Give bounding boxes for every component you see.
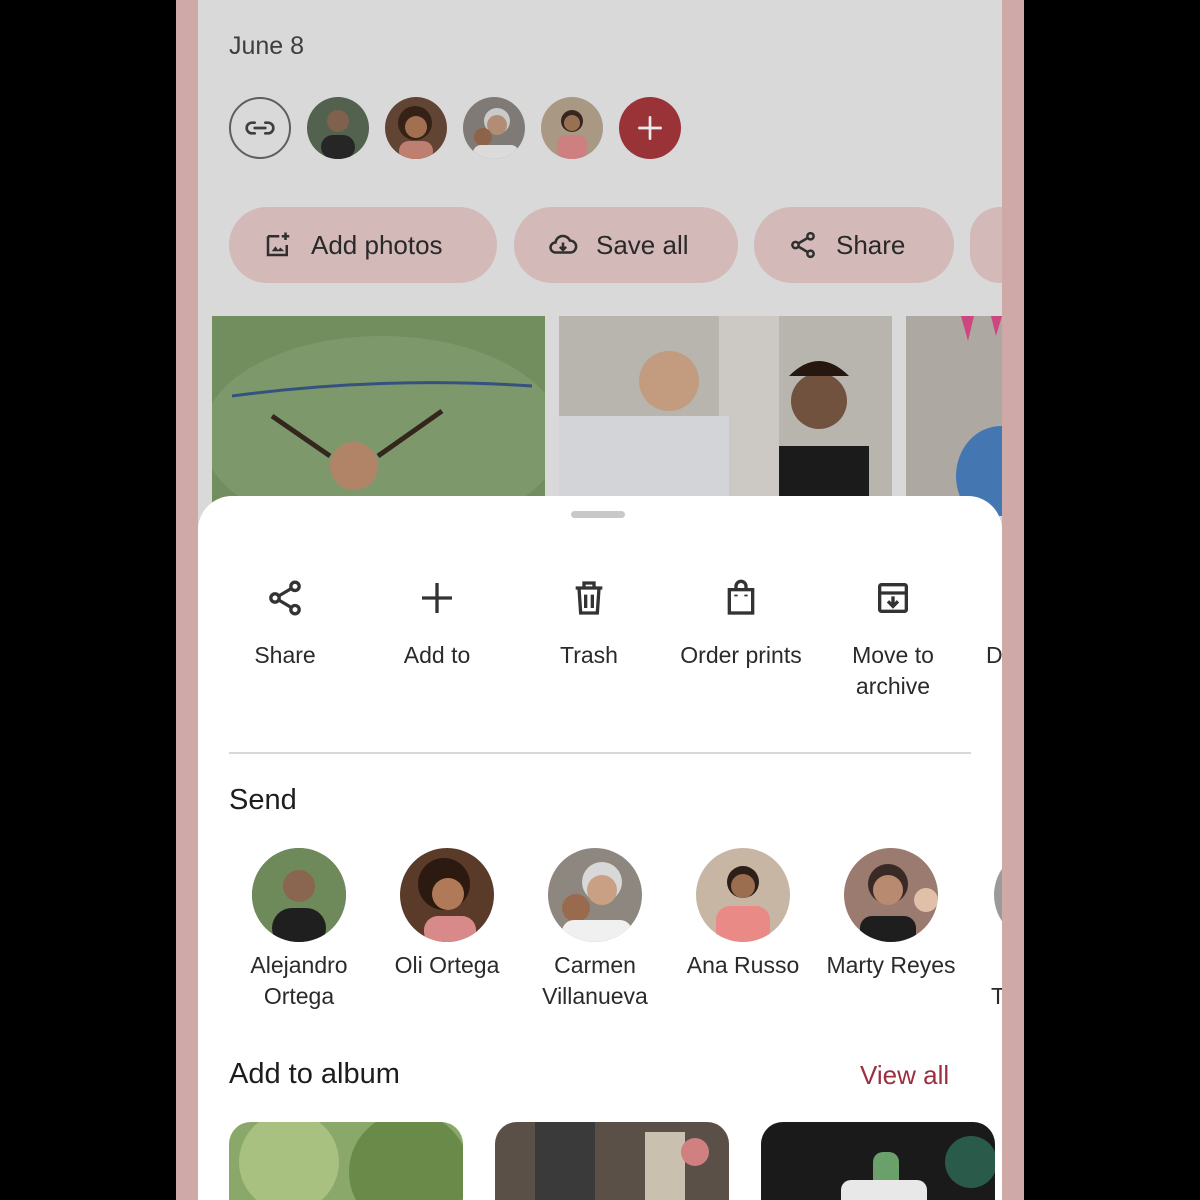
trash-icon: [575, 581, 603, 615]
action-order-prints[interactable]: Order prints: [666, 576, 816, 671]
action-cut-off-label: De: [986, 642, 1002, 668]
send-title: Send: [229, 784, 297, 816]
contact-marty-reyes[interactable]: Marty Reyes: [816, 848, 966, 981]
contact-name: T: [991, 983, 1002, 1009]
view-all-link[interactable]: View all: [860, 1060, 949, 1091]
action-cut-off[interactable]: De: [970, 576, 1002, 671]
share-icon: [269, 580, 301, 616]
action-add-to-label: Add to: [403, 642, 471, 668]
action-order-prints-label: Order prints: [680, 642, 802, 668]
avatar: [252, 848, 346, 942]
album-thumb-2[interactable]: [495, 1122, 729, 1200]
contact-name: Oli Ortega: [394, 952, 500, 978]
contact-ana-russo[interactable]: Ana Russo: [668, 848, 818, 981]
album-party-icon: [495, 1122, 729, 1200]
avatar: [548, 848, 642, 942]
avatar: [844, 848, 938, 942]
action-share[interactable]: Share: [210, 576, 360, 671]
plus-icon: [422, 583, 452, 613]
contact-name: Ana Russo: [686, 952, 800, 978]
avatar-bald-man-icon: [252, 848, 346, 942]
action-add-to[interactable]: Add to: [362, 576, 512, 671]
action-share-label: Share: [254, 642, 316, 668]
contact-name: Carmen Villanueva: [542, 952, 648, 1009]
album-cactus-icon: [761, 1122, 995, 1200]
album-thumb-1[interactable]: [229, 1122, 463, 1200]
avatar-young-woman-icon: [696, 848, 790, 942]
contact-cut-off[interactable]: T: [964, 848, 1002, 1012]
avatar-woman-icon: [844, 848, 938, 942]
contact-name: Alejandro Ortega: [250, 952, 348, 1009]
action-move-to-archive-label: Move to archive: [852, 642, 934, 699]
action-move-to-archive[interactable]: Move to archive: [818, 576, 968, 702]
shopping-bag-icon: [727, 579, 755, 615]
avatar: [696, 848, 790, 942]
action-trash-label: Trash: [560, 642, 618, 668]
avatar-elderly-woman-icon: [548, 848, 642, 942]
archive-icon: [878, 583, 908, 613]
avatar: [994, 848, 1002, 942]
divider: [229, 752, 971, 754]
bottom-sheet: Share Add to Trash Order prints Move to …: [198, 496, 1002, 1200]
avatar: [400, 848, 494, 942]
contact-alejandro-ortega[interactable]: Alejandro Ortega: [224, 848, 374, 1012]
avatar-curly-hair-icon: [400, 848, 494, 942]
add-to-album-title: Add to album: [229, 1058, 400, 1090]
contact-name: Marty Reyes: [826, 952, 956, 978]
contact-oli-ortega[interactable]: Oli Ortega: [372, 848, 522, 981]
action-trash[interactable]: Trash: [514, 576, 664, 671]
album-thumb-3[interactable]: [761, 1122, 995, 1200]
contact-carmen-villanueva[interactable]: Carmen Villanueva: [520, 848, 670, 1012]
drag-handle[interactable]: [571, 511, 625, 518]
screen: June 8 Add photos Save all Share Share A…: [198, 0, 1002, 1200]
album-forest-icon: [229, 1122, 463, 1200]
